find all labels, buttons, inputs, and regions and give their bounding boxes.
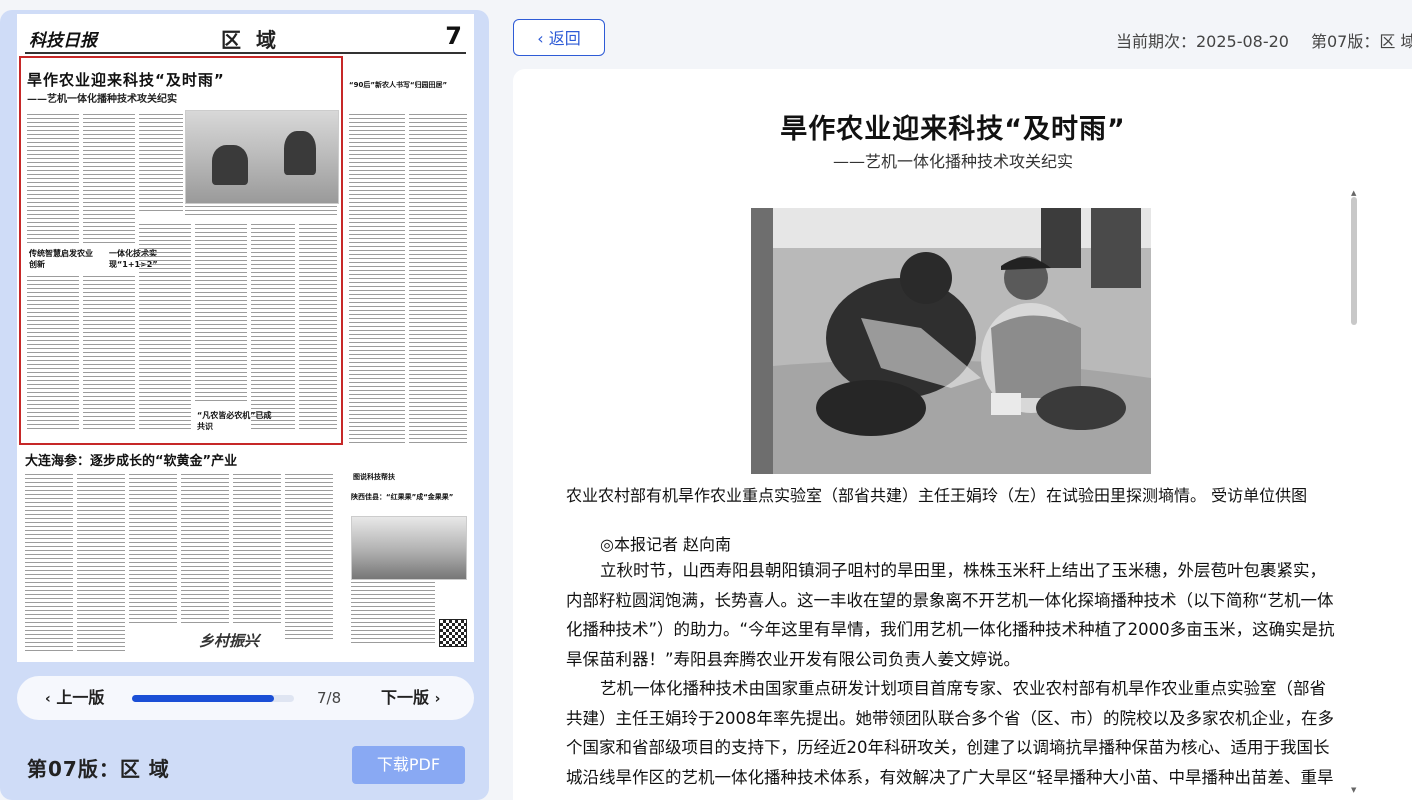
current-issue-label: 当前期次：2025-08-20 — [1116, 32, 1289, 51]
chevron-right-icon: › — [434, 691, 441, 707]
prev-edition-label: 上一版 — [56, 688, 105, 707]
newspaper-right-title: “90后”新农人书写“归园田居” — [349, 81, 448, 89]
newspaper-lead-subtitle: ——艺机一体化播种技术攻关纪实 — [27, 94, 177, 105]
prev-edition-button[interactable]: ‹ 上一版 — [45, 685, 104, 711]
download-pdf-button[interactable]: 下载PDF — [352, 746, 465, 784]
back-label: 返回 — [548, 29, 581, 48]
back-button[interactable]: ‹ 返回 — [513, 19, 605, 56]
article-scrollbar-thumb[interactable] — [1351, 197, 1357, 325]
newspaper-subhead-3: “凡农皆必农机”已成共识 — [197, 411, 272, 431]
page-progress-bar — [132, 695, 294, 702]
chevron-left-icon: ‹ — [537, 29, 544, 48]
newspaper-box-tag: 图说科技帮扶 — [353, 473, 395, 481]
scroll-down-arrow-icon[interactable]: ▼ — [1351, 786, 1356, 794]
newspaper-second-title: 大连海参：逐步成长的“软黄金”产业 — [25, 454, 238, 469]
article-photo-caption: 农业农村部有机旱作农业重点实验室（部省共建）主任王娟玲（左）在试验田里探测墒情。… — [566, 486, 1308, 505]
newspaper-section-title: 区 域 — [221, 28, 280, 52]
next-edition-label: 下一版 — [381, 688, 430, 707]
page-navigator: ‹ 上一版 7/8 下一版 › — [17, 676, 474, 720]
newspaper-subhead-1: 传统智慧启发农业创新 — [29, 249, 93, 269]
newspaper-masthead: 科技日报 区 域 7 — [25, 22, 466, 54]
newspaper-banner: 乡村振兴 — [199, 632, 260, 650]
issue-info: 当前期次：2025-08-20 第07版：区 域 — [1116, 28, 1412, 52]
next-edition-button[interactable]: 下一版 › — [381, 685, 440, 711]
page-progress-fill — [132, 695, 274, 702]
article-photo — [751, 208, 1151, 474]
article-reader[interactable]: 旱作农业迎来科技“及时雨” ——艺机一体化播种技术攻关纪实 农业农村部有机旱作农… — [513, 69, 1412, 800]
current-edition-label: 第07版：区 域 — [1311, 32, 1412, 51]
scroll-up-arrow-icon[interactable]: ▲ — [1351, 189, 1356, 197]
article-title: 旱作农业迎来科技“及时雨” — [780, 114, 1126, 145]
article-photo-illustration — [751, 208, 1151, 474]
newspaper-lead-title: 旱作农业迎来科技“及时雨” — [27, 71, 225, 89]
article-paragraph: 艺机一体化播种技术由国家重点研发计划项目首席专家、农业农村部有机旱作农业重点实验… — [566, 679, 1334, 787]
newspaper-page-number: 7 — [445, 22, 462, 50]
newspaper-page-image[interactable]: 科技日报 区 域 7 旱作农业迎来科技“及时雨” ——艺机一体化播种技术攻关纪实… — [17, 14, 474, 662]
newspaper-box-title: 陕西佳县：“红果果”成“金果果” — [351, 493, 454, 501]
newspaper-lead-photo — [185, 110, 339, 204]
edition-title: 第07版：区 域 — [27, 757, 170, 781]
newspaper-logo: 科技日报 — [29, 31, 97, 51]
article-subtitle: ——艺机一体化播种技术攻关纪实 — [832, 152, 1073, 171]
page-count: 7/8 — [317, 689, 342, 707]
chevron-left-icon: ‹ — [45, 691, 51, 707]
article-byline: ◎本报记者 赵向南 — [600, 535, 732, 554]
qr-code-icon — [439, 619, 467, 647]
newspaper-box-photo — [351, 516, 467, 580]
article-paragraph: 立秋时节，山西寿阳县朝阳镇洞子咀村的旱田里，株株玉米秆上结出了玉米穗，外层苞叶包… — [566, 561, 1335, 669]
